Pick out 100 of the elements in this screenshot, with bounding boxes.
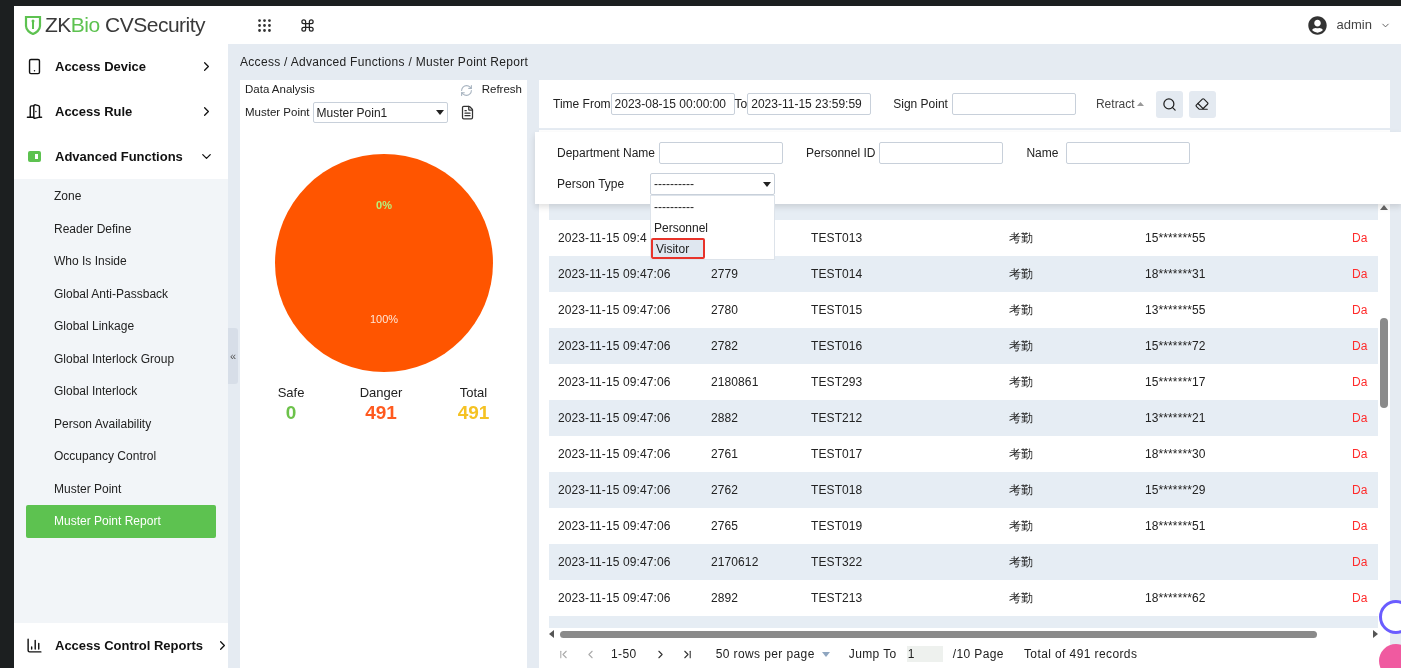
table-cell-text: 18*******51 (1145, 518, 1207, 535)
field-label: Name (1026, 145, 1059, 162)
command-icon[interactable] (300, 17, 315, 33)
field-label: Person Type (557, 176, 626, 193)
sidebar-subitem[interactable]: Person Availability (26, 407, 216, 440)
dropdown-option[interactable]: Visitor (651, 238, 705, 259)
breadcrumb: Access / Advanced Functions / Muster Point Report (240, 54, 530, 71)
stat-value: 491 (457, 402, 490, 423)
dropdown-option[interactable]: ---------- (651, 196, 774, 217)
table-cell-text: TEST018 (811, 482, 864, 499)
scroll-left-icon[interactable] (549, 630, 554, 638)
sidebar-subitem[interactable]: Occupancy Control (26, 440, 216, 473)
table-row[interactable]: 2023-11-15 09:47:06 2170612 TEST322 考勤 Da (549, 544, 1378, 580)
table-cell-text: 考勤 (1009, 410, 1035, 427)
sidebar-subitem[interactable]: Global Anti-Passback (26, 277, 216, 310)
jump-label: Jump To (848, 646, 897, 663)
table-row[interactable]: 2023-11-15 09:47:06 2782 TEST016 考勤 15*******72 Da (549, 328, 1378, 364)
table-row[interactable]: 2023-11-15 09:47:06 2779 TEST014 考勤 18*******31 Da (549, 256, 1378, 292)
grid-menu-icon[interactable] (256, 16, 273, 34)
table-cell-text: 考勤 (1009, 302, 1035, 319)
user-avatar-icon[interactable] (1307, 15, 1327, 35)
table-cell-text: 考勤 (1009, 266, 1035, 283)
input-field[interactable]: 2023-08-15 00:00:00 (610, 93, 735, 115)
input-field[interactable]: 2023-11-15 23:59:59 (747, 93, 872, 115)
table-cell-text: 2023-11-15 09:47:06 (557, 482, 672, 499)
caret-down-icon (763, 181, 771, 187)
table-cell-text: 18*******62 (1145, 590, 1207, 607)
stat-label: Total (459, 384, 488, 402)
table-cell-text: 13*******21 (1145, 410, 1207, 427)
table-cell-text: 考勤 (1009, 446, 1035, 463)
table-row[interactable]: 2023-11-15 09:47:06 2882 TEST212 考勤 13*******21 Da (549, 400, 1378, 436)
caret-down-icon (435, 110, 444, 115)
panel-title: Data Analysis (245, 82, 316, 98)
table-cell-text: 2023-11-15 09:47:06 (557, 338, 672, 355)
table-row[interactable]: 2023-11-15 09:47:06 2762 TEST018 考勤 15*******29 Da (549, 472, 1378, 508)
sidebar-subitem[interactable]: Zone (26, 180, 216, 213)
table-cell-text: TEST293 (811, 374, 864, 391)
refresh-link[interactable]: Refresh (481, 81, 522, 99)
table-cell-text: 2782 (711, 338, 740, 355)
muster-point-select[interactable]: Muster Poin1 (312, 102, 448, 123)
table-cell-text: Da (1352, 338, 1368, 355)
export-icon[interactable] (459, 105, 475, 120)
sidebar-item[interactable]: Access Control Reports (14, 623, 228, 668)
sidebar-item[interactable]: Access Rule (14, 89, 228, 134)
table-cell-text: Da (1352, 374, 1368, 391)
collapse-handle[interactable]: « (228, 328, 238, 384)
table-cell-text: 考勤 (1009, 338, 1035, 355)
input-field[interactable] (1066, 142, 1191, 164)
table-cell-text: 2762 (711, 482, 740, 499)
pie-label: 100% (369, 313, 398, 325)
search-button[interactable] (1155, 90, 1183, 118)
table-cell-text: 2765 (711, 518, 740, 535)
person-type-select[interactable]: ---------- (650, 173, 775, 195)
table-cell-text: Da (1352, 230, 1368, 247)
table-cell-text: 13*******55 (1145, 302, 1207, 319)
chart-icon (26, 637, 43, 654)
logo-text: ZKBio CVSecurity (45, 12, 206, 39)
sidebar-subitem[interactable]: Reader Define (26, 212, 216, 245)
scroll-thumb[interactable] (560, 630, 1317, 638)
caret-up-icon (1136, 102, 1144, 106)
page-range: 1-50 (611, 646, 637, 663)
sidebar-subitem[interactable]: Global Linkage (26, 310, 216, 343)
sidebar-subitem[interactable]: Global Interlock (26, 375, 216, 408)
table-cell-text: 2892 (711, 590, 740, 607)
dropdown-option[interactable]: Personnel (651, 217, 774, 238)
retract-link[interactable]: Retract (1095, 95, 1144, 113)
table-cell-text: Da (1352, 482, 1368, 499)
input-field[interactable] (951, 93, 1076, 115)
sidebar-subitem[interactable]: Muster Point (26, 472, 216, 505)
table-cell-text: 考勤 (1009, 482, 1035, 499)
table-cell-text: Da (1352, 410, 1368, 427)
table-cell-text: 2023-11-15 09:47:06 (557, 446, 672, 463)
sidebar-subitem[interactable]: Global Interlock Group (26, 342, 216, 375)
field-label: Time From (553, 96, 611, 113)
rows-per-page-select[interactable]: 50 rows per page (715, 645, 830, 663)
table-cell-text: 考勤 (1009, 590, 1035, 607)
stat-value: 491 (365, 402, 397, 423)
horizontal-scrollbar[interactable] (549, 628, 1378, 640)
stat-label: Danger (359, 384, 403, 402)
clear-button[interactable] (1188, 90, 1216, 118)
input-field[interactable] (659, 142, 784, 164)
table-cell-text: TEST013 (811, 230, 864, 247)
door-icon (26, 103, 43, 120)
table-cell-text: TEST212 (811, 410, 864, 427)
sidebar-item[interactable]: Access Device (14, 44, 228, 89)
table-cell-text: 2023-11-15 09:47:06 (557, 266, 672, 283)
field-label: Muster Point (245, 104, 310, 120)
sidebar-subitem[interactable]: Who Is Inside (26, 245, 216, 278)
scroll-thumb[interactable] (1380, 318, 1388, 408)
table-cell-text: TEST017 (811, 446, 864, 463)
field-label: Sign Point (893, 96, 948, 113)
table-cell-text: 2780 (711, 302, 740, 319)
scroll-right-icon[interactable] (1373, 630, 1378, 638)
username[interactable]: admin (1336, 15, 1372, 35)
field-label: To (734, 96, 748, 113)
table-cell-text: 考勤 (1009, 374, 1035, 391)
input-field[interactable] (879, 142, 1004, 164)
table-cell-text: 考勤 (1009, 518, 1035, 535)
sidebar-item[interactable]: Advanced Functions (14, 134, 228, 179)
page-input[interactable]: 1 (906, 646, 943, 662)
